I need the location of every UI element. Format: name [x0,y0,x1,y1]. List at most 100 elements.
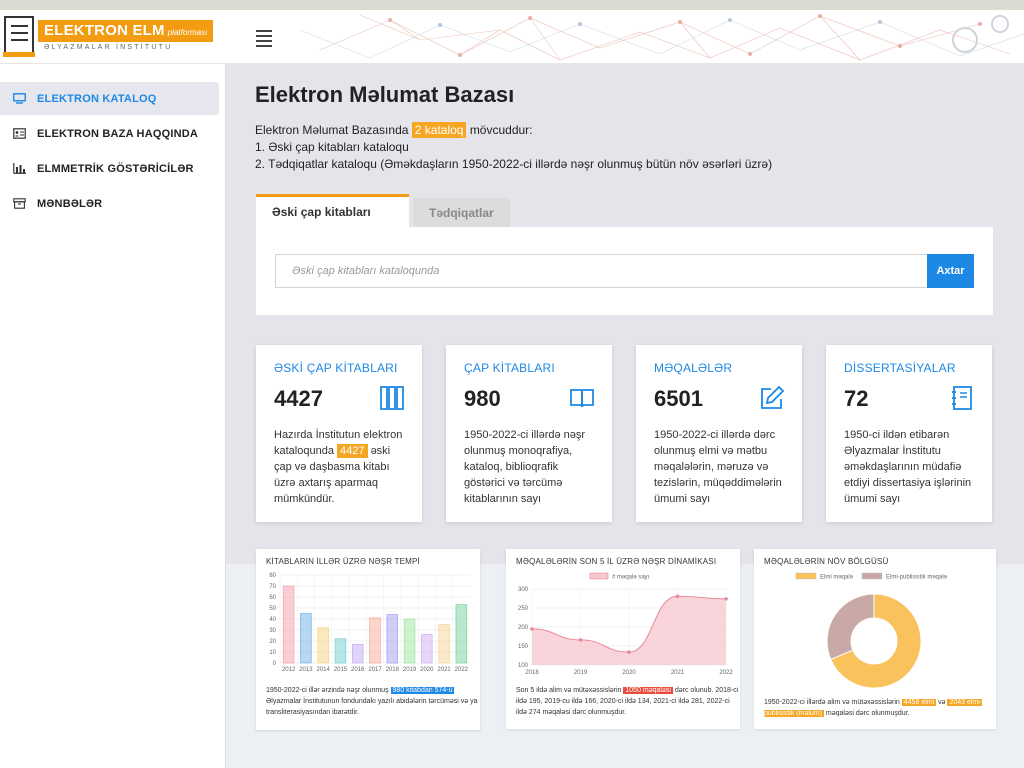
y-tick-label: 150 [518,644,529,650]
bar [369,617,381,664]
x-tick-label: 2013 [299,667,313,673]
y-tick-label: 0 [273,661,277,667]
x-tick-label: 2018 [525,670,539,676]
bar [282,585,295,664]
logo-institute: ƏLYAZMALAR İNSTİTUTU [44,44,173,51]
legend-label: Elmi-publisistik məqalə [886,575,948,581]
y-tick-label: 10 [269,650,276,656]
chart-desc-highlight: 4458 elmi [901,699,937,706]
y-tick-label: 300 [518,587,529,593]
y-tick-label: 70 [269,584,276,590]
x-tick-label: 2021 [671,670,685,676]
chart-card-articles-dynamics: MƏQALƏLƏRİN SON 5 İL ÜZRƏ NƏŞR DİNAMİKAS… [506,549,740,729]
tab-tedqiqatlar[interactable]: Tədqiqatlar [413,198,510,227]
data-point [530,627,534,631]
intro-suffix: mövcuddur: [469,123,533,137]
bar [334,638,347,664]
intro-prefix: Elektron Məlumat Bazasında [255,123,409,137]
y-tick-label: 200 [518,625,529,631]
books-bar-chart: 010203040506070802012 2013 2014 2015 2016 201… [269,573,470,673]
stat-card-dissertasiyalar[interactable]: DİSSERTASİYALAR 72 1950-ci ildən etibarə… [826,345,992,522]
chart-description: 1950-2022-ci illər ərzində nəşr olunmuş … [266,685,479,718]
x-tick-label: 2018 [386,667,400,673]
bar-chart-icon [12,163,26,175]
id-card-icon [12,128,26,140]
chart-desc-prefix: Son 5 ildə alim və mütəxəssislərin [516,687,622,694]
card-title: ÇAP KİTABLARI [464,361,555,375]
notebook-icon [952,386,972,410]
chart-description: Son 5 ildə alim və mütəxəssislərin 1050 … [516,685,738,718]
monitor-icon [12,93,26,105]
bar [438,624,450,664]
chart-desc-mid: və [938,699,946,706]
x-tick-label: 2020 [420,667,434,673]
site-header: ELEKTRON ELM platforması ƏLYAZMALAR İNST… [0,10,1024,64]
chart-desc-prefix: 1950-2022-ci illər ərzində nəşr olunmuş [266,687,389,694]
legend-swatch [589,572,609,580]
pencil-edit-icon [761,385,785,409]
stat-card-meqaleler[interactable]: MƏQALƏLƏR 6501 1950-2022-ci illərdə dərc… [636,345,802,522]
search-panel: Axtar [256,227,993,315]
y-tick-label: 50 [269,606,276,612]
data-point [627,650,631,654]
logo-book-icon [3,16,35,57]
data-point [724,597,728,601]
bar [300,613,312,664]
archive-icon [12,198,26,210]
page-title: Elektron Məlumat Bazası [255,82,515,107]
catalog-tabs: Əski çap kitabları Tədqiqatlar [256,194,510,227]
data-point [578,638,583,642]
top-strip [0,0,1024,10]
x-tick-label: 2012 [282,667,296,673]
stat-card-eski-cap[interactable]: ƏSKİ ÇAP KİTABLARI 4427 Hazırda İnstitut… [256,345,422,522]
articles-area-chart: # məqalə sayı 100 150 200 250 300 2018 2019 2020… [518,572,733,676]
legend-label: # məqalə sayı [612,575,650,581]
x-tick-label: 2016 [351,667,365,673]
x-tick-label: 2021 [437,667,451,673]
x-tick-label: 2017 [368,667,382,673]
logo-badge[interactable]: ELEKTRON ELM platforması [38,20,214,42]
sidebar-item-label: ELMMETRİK GÖSTƏRİCİLƏR [37,162,194,175]
card-description: 1950-ci ildən etibarən Əlyazmalar İnstit… [844,429,972,505]
stat-card-cap-kitablari[interactable]: ÇAP KİTABLARI 980 1950-2022-ci illərdə n… [446,345,612,522]
bar [351,643,364,664]
y-tick-label: 250 [518,606,529,612]
chart-description: 1950-2022-ci illərdə alim və mütəxəssisl… [764,697,994,719]
chart-desc-highlight: 980 kitabdan 574-ü [390,687,455,694]
sidebar-item-elmmetrik[interactable]: ELMMETRİK GÖSTƏRİCİLƏR [0,152,219,185]
y-tick-label: 20 [269,639,276,645]
y-tick-label: 60 [269,595,276,601]
y-tick-label: 100 [518,663,529,669]
search-input[interactable] [275,254,928,288]
bar [403,618,416,664]
bar [421,634,433,664]
chart-title: KİTABLARIN İLLƏR ÜZRƏ NƏŞR TEMPİ [266,557,420,566]
sidebar-item-baza-haqqinda[interactable]: ELEKTRON BAZA HAQQINDA [0,117,219,150]
card-number: 6501 [654,386,703,411]
tab-eski-cap-kitablari[interactable]: Əski çap kitabları [256,194,409,227]
menu-toggle-icon[interactable] [254,27,274,47]
bar [386,614,399,664]
card-description: Hazırda İnstitutun elektron kataloqunda … [274,427,408,507]
article-types-doughnut-chart: Elmi məqalə Elmi-publisistik məqalə [795,572,948,689]
search-button[interactable]: Axtar [927,254,974,288]
network-decoration [300,14,1024,61]
chart-desc-highlight: 1050 məqaləsi [623,687,673,694]
card-description: 1950-2022-ci illərdə nəşr olunmuş monoqr… [464,429,586,505]
y-tick-label: 40 [269,617,276,623]
sidebar: ELEKTRON KATALOQ ELEKTRON BAZA HAQQINDA … [0,64,226,768]
bar [455,604,468,664]
sidebar-item-elektron-kataloq[interactable]: ELEKTRON KATALOQ [0,82,219,115]
legend-label: Elmi məqalə [820,575,854,581]
columns-icon [380,386,404,410]
chart-desc-suffix: Əlyazmalar İnstitutunun fondundakı yazıl… [266,698,478,716]
x-tick-label: 2014 [317,667,331,673]
card-number: 72 [844,386,869,411]
open-book-icon [570,389,594,408]
chart-desc-suffix: məqaləsi dərc olunmuşdur. [825,710,910,717]
card-number: 980 [464,386,501,411]
sidebar-item-menbeler[interactable]: MƏNBƏLƏR [0,187,219,220]
sidebar-item-label: ELEKTRON BAZA HAQQINDA [37,127,199,140]
chart-title: MƏQALƏLƏRİN NÖV BÖLGÜSÜ [764,557,889,566]
intro-highlight-badge: 2 kataloq [411,122,467,138]
